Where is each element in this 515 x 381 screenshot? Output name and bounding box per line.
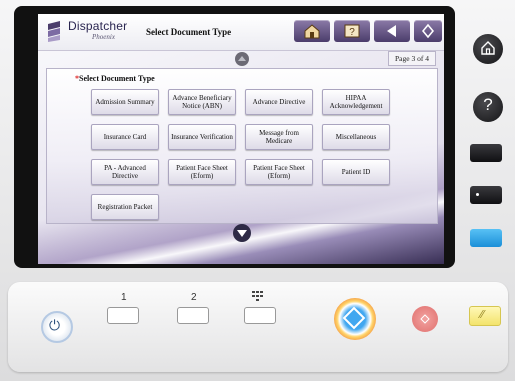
scroll-up-button[interactable] xyxy=(235,52,249,66)
help-icon: ? xyxy=(483,95,493,114)
home-icon xyxy=(481,41,495,55)
doc-type-button[interactable]: Insurance Verification xyxy=(168,124,236,150)
mode-hardware-key[interactable] xyxy=(470,186,502,204)
svg-text:?: ? xyxy=(349,27,355,38)
help-button[interactable]: ? xyxy=(334,20,370,42)
power-icon: ⏻ xyxy=(49,318,61,334)
help-hardware-button[interactable]: ? xyxy=(473,92,503,122)
register-key-1[interactable] xyxy=(107,307,139,324)
doc-type-button[interactable]: Registration Packet xyxy=(91,194,159,220)
keypad-label-2: 2 xyxy=(191,292,197,303)
home-button[interactable] xyxy=(294,20,330,42)
logo-subtitle: Phoenix xyxy=(92,33,115,41)
back-button[interactable] xyxy=(374,20,410,42)
start-button[interactable] xyxy=(414,20,442,42)
keypad-grid-icon xyxy=(252,291,263,301)
document-type-panel: *Select Document Type Admission Summary … xyxy=(46,68,438,224)
doc-type-button[interactable]: Miscellaneous xyxy=(322,124,390,150)
doc-type-button[interactable]: Message from Medicare xyxy=(245,124,313,150)
home-icon xyxy=(304,24,320,39)
keypad-key[interactable] xyxy=(244,307,276,324)
header-bar: Dispatcher Phoenix Select Document Type … xyxy=(38,14,444,51)
panel-heading: *Select Document Type xyxy=(75,74,155,83)
panel-heading-text: Select Document Type xyxy=(79,74,155,83)
start-hardware-button[interactable] xyxy=(334,298,376,340)
access-hardware-key[interactable] xyxy=(470,229,502,247)
scroll-down-icon xyxy=(237,230,247,237)
touch-screen: Dispatcher Phoenix Select Document Type … xyxy=(38,14,444,264)
doc-type-button[interactable]: Advance Directive xyxy=(245,89,313,115)
device-body: Dispatcher Phoenix Select Document Type … xyxy=(0,0,515,381)
keypad-label-1: 1 xyxy=(121,292,127,303)
menu-hardware-key[interactable] xyxy=(470,144,502,162)
doc-type-button[interactable]: Patient ID xyxy=(322,159,390,185)
doc-type-button[interactable]: Admission Summary xyxy=(91,89,159,115)
dispatcher-logo-icon xyxy=(48,21,60,42)
start-diamond-icon xyxy=(342,306,366,330)
doc-type-button[interactable]: Advance Beneficiary Notice (ABN) xyxy=(168,89,236,115)
doc-type-button[interactable]: PA - Advanced Directive xyxy=(91,159,159,185)
page-title: Select Document Type xyxy=(146,27,232,37)
logo-name: Dispatcher xyxy=(68,19,128,33)
indicator-dot-icon xyxy=(476,193,479,196)
doc-type-button[interactable]: Patient Face Sheet (Eform) xyxy=(245,159,313,185)
back-arrow-icon xyxy=(387,25,396,37)
power-button[interactable]: ⏻ xyxy=(41,311,73,343)
scroll-down-button[interactable] xyxy=(233,224,251,242)
reset-icon: ⁄⁄ xyxy=(480,308,484,321)
scroll-up-icon xyxy=(238,56,246,61)
start-diamond-icon xyxy=(422,23,434,39)
help-book-icon: ? xyxy=(344,24,360,38)
doc-type-button[interactable]: Patient Face Sheet (Eform) xyxy=(168,159,236,185)
stop-icon xyxy=(420,314,430,324)
register-key-2[interactable] xyxy=(177,307,209,324)
page-indicator: Page 3 of 4 xyxy=(388,51,436,66)
stop-hardware-button[interactable] xyxy=(412,306,438,332)
doc-type-button[interactable]: Insurance Card xyxy=(91,124,159,150)
home-hardware-button[interactable] xyxy=(473,34,503,64)
reset-hardware-button[interactable]: ⁄⁄ xyxy=(469,306,501,326)
doc-type-button[interactable]: HIPAA Acknowledgement xyxy=(322,89,390,115)
